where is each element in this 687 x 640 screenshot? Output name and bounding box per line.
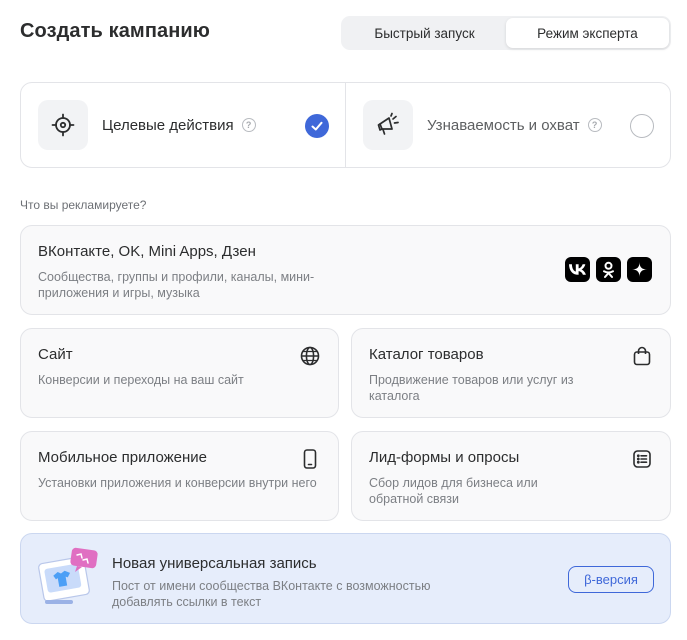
beta-version-button[interactable]: β-версия (568, 566, 654, 593)
card-title: Каталог товаров (369, 346, 484, 363)
universal-post-banner[interactable]: Новая универсальная запись Пост от имени… (20, 533, 671, 624)
goal-option-target-actions[interactable]: Целевые действия? (21, 83, 345, 167)
smartphone-icon (299, 448, 321, 475)
vk-icon (565, 257, 590, 282)
page-title: Создать кампанию (20, 20, 210, 42)
card-description: Установки приложения и конверсии внутри … (38, 476, 317, 490)
card-title: Мобильное приложение (38, 449, 207, 466)
option-card-vk-ecosystem[interactable]: ВКонтакте, OK, Mini Apps, Дзен Сообществ… (20, 225, 671, 315)
tab-expert-mode[interactable]: Режим эксперта (506, 18, 669, 48)
card-description: Конверсии и переходы на ваш сайт (38, 373, 244, 387)
globe-icon (299, 345, 321, 372)
card-description: Сбор лидов для бизнеса или обратной связ… (369, 476, 538, 506)
goal-label: Узнаваемость и охват? (427, 117, 602, 134)
option-card-product-catalog[interactable]: Каталог товаров Продвижение товаров или … (351, 328, 671, 418)
banner-description: Пост от имени сообщества ВКонтакте с воз… (112, 579, 431, 609)
list-form-icon (631, 448, 653, 475)
card-description: Продвижение товаров или услуг из каталог… (369, 373, 574, 403)
card-title: Сайт (38, 346, 73, 363)
dzen-icon (627, 257, 652, 282)
radio-unchecked[interactable] (630, 114, 654, 138)
card-title: Лид-формы и опросы (369, 449, 520, 466)
target-icon (38, 100, 88, 150)
goal-label: Целевые действия? (102, 117, 256, 134)
megaphone-icon (363, 100, 413, 150)
checkmark-icon (311, 121, 323, 131)
option-card-lead-forms[interactable]: Лид-формы и опросы Сбор лидов для бизнес… (351, 431, 671, 521)
platform-icons (565, 257, 652, 282)
section-label: Что вы рекламируете? (20, 198, 147, 212)
help-icon[interactable]: ? (241, 117, 256, 132)
header: Создать кампанию Быстрый запуск Режим эк… (20, 16, 671, 50)
goal-selector: Целевые действия? Узнаваемость и охват? (20, 82, 671, 168)
goal-option-awareness-reach[interactable]: Узнаваемость и охват? (345, 83, 670, 167)
mode-switch: Быстрый запуск Режим эксперта (341, 16, 671, 50)
option-card-site[interactable]: Сайт Конверсии и переходы на ваш сайт (20, 328, 339, 418)
radio-checked[interactable] (305, 114, 329, 138)
card-title: ВКонтакте, OK, Mini Apps, Дзен (38, 243, 256, 260)
shopping-bag-icon (631, 345, 653, 372)
option-card-mobile-app[interactable]: Мобильное приложение Установки приложени… (20, 431, 339, 521)
ok-icon (596, 257, 621, 282)
card-description: Сообщества, группы и профили, каналы, ми… (38, 270, 315, 300)
help-icon[interactable]: ? (587, 117, 602, 132)
post-illustration-icon (37, 544, 105, 612)
banner-title: Новая универсальная запись (112, 555, 317, 572)
tab-quick-launch[interactable]: Быстрый запуск (343, 18, 506, 48)
